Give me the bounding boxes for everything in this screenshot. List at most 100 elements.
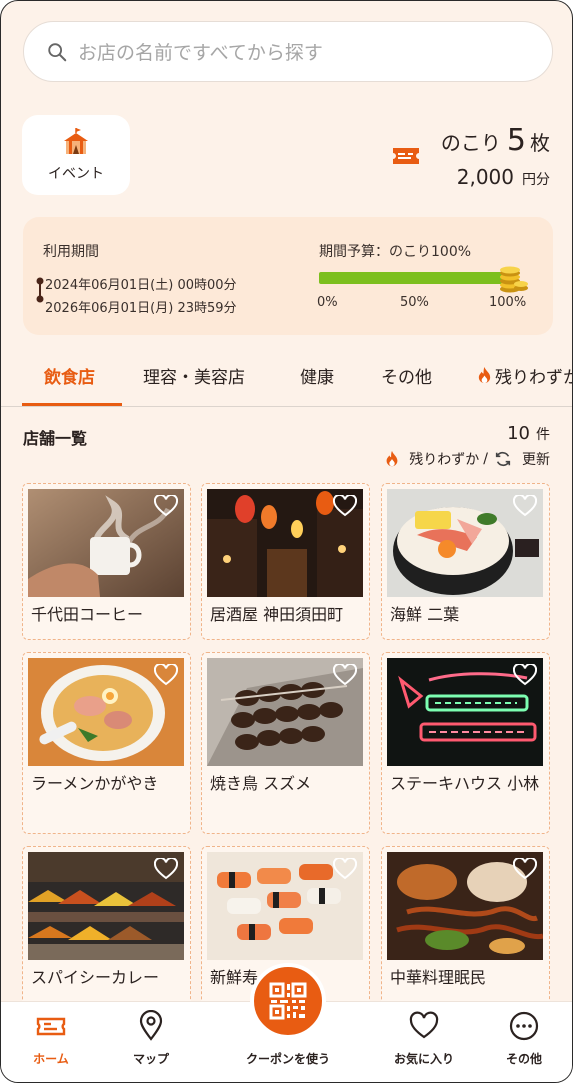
tab-label: 飲食店 [44, 368, 95, 388]
store-list-title: 店舗一覧 [23, 429, 88, 448]
period-card: 利用期間 2024年06月01日(土) 00時00分 2026年06月01日(月… [23, 217, 553, 335]
tab-label: 健康 [300, 368, 334, 388]
period-start: 2024年06月01日(土) 00時00分 [45, 278, 237, 293]
tab-health[interactable]: 健康 [300, 363, 334, 388]
app-screen: お店の名前ですべてから探す イベント のこり 5 枚 2,000 円分 利用期間… [0, 0, 573, 1083]
period-end: 2026年06月01日(月) 23時59分 [45, 301, 237, 316]
remaining-tickets: のこり 5 枚 [441, 123, 550, 158]
store-card[interactable]: 海鮮 二葉 [381, 483, 550, 640]
store-name: 海鮮 二葉 [390, 605, 460, 624]
period-title: 利用期間 [43, 244, 99, 260]
favorite-heart-icon[interactable] [333, 495, 357, 517]
store-name: スパイシーカレー [31, 968, 160, 987]
store-name: 焼き鳥 スズメ [210, 774, 312, 793]
favorite-heart-icon[interactable] [513, 495, 537, 517]
nav-favorites[interactable]: お気に入り [379, 1010, 469, 1067]
store-name: ラーメンかがやき [31, 774, 159, 793]
remaining-price-unit: 円分 [522, 172, 550, 188]
ticket-icon [36, 1017, 66, 1036]
budget-tick-0: 0% [317, 295, 338, 310]
store-count-number: 10 [507, 423, 530, 444]
nav-home-label: ホーム [33, 1052, 69, 1066]
favorite-heart-icon[interactable] [154, 664, 178, 686]
tab-restaurants[interactable]: 飲食店 [44, 363, 95, 388]
remaining-count: 5 [506, 123, 526, 158]
nav-more-label: その他 [505, 1052, 542, 1066]
tab-barber-beauty[interactable]: 理容・美容店 [143, 363, 245, 388]
store-name: 千代田コーヒー [31, 605, 144, 624]
list-controls: 残りわずか / 更新 [383, 449, 550, 469]
ramen-photo [28, 658, 184, 766]
budget-progress-fill [319, 272, 503, 284]
event-label: イベント [48, 166, 104, 182]
remaining-value: 2,000 円分 [457, 165, 550, 189]
budget-progress-bar [319, 272, 503, 284]
search-placeholder: お店の名前ですべてから探す [78, 42, 323, 64]
ticket-icon [393, 148, 419, 164]
use-coupon-label: クーポンを使う [245, 1052, 330, 1066]
store-count-unit: 件 [536, 427, 550, 443]
event-button[interactable]: イベント [22, 115, 130, 195]
refresh-button[interactable]: 更新 [522, 449, 550, 469]
fire-icon [386, 450, 398, 467]
fire-icon [478, 367, 491, 384]
favorite-heart-icon[interactable] [513, 664, 537, 686]
coins-icon [500, 266, 528, 293]
favorite-heart-icon[interactable] [513, 858, 537, 880]
store-card[interactable]: ラーメンかがやき [22, 652, 191, 834]
nav-map-label: マップ [132, 1052, 169, 1066]
nav-home[interactable]: ホーム [6, 1010, 96, 1067]
store-card[interactable]: 居酒屋 神田須田町 [201, 483, 370, 640]
more-dots-icon [509, 1011, 539, 1041]
remaining-prefix: のこり [440, 131, 501, 155]
category-tabs: 飲食店 理容・美容店 健康 その他 残りわずか [1, 353, 572, 407]
nav-favorites-label: お気に入り [393, 1052, 454, 1066]
map-pin-icon [139, 1010, 163, 1041]
tab-few-left[interactable]: 残りわずか [476, 363, 572, 388]
favorite-heart-icon[interactable] [154, 495, 178, 517]
budget-label: 期間予算：のこり100% [319, 244, 472, 260]
store-card[interactable]: 焼き鳥 スズメ [201, 652, 370, 834]
store-card[interactable]: ステーキハウス 小林 [381, 652, 550, 834]
tab-label: 残りわずか [495, 368, 572, 388]
chinese-food-photo [387, 852, 543, 960]
budget-tick-100: 100% [489, 295, 527, 310]
sushi-photo [207, 852, 363, 960]
remaining-unit: 枚 [530, 131, 550, 155]
store-card[interactable]: 千代田コーヒー [22, 483, 191, 640]
budget-tick-50: 50% [400, 295, 429, 310]
timeline-icon [36, 277, 44, 303]
seafood-bowl-photo [387, 489, 543, 597]
use-coupon-qr-button[interactable] [250, 963, 326, 1039]
tab-label: 理容・美容店 [143, 368, 245, 388]
search-input[interactable]: お店の名前ですべてから探す [23, 21, 553, 82]
store-name: 中華料理眠民 [390, 968, 487, 987]
nav-map[interactable]: マップ [106, 1010, 196, 1067]
store-count: 10 件 [507, 423, 550, 444]
active-tab-indicator [22, 403, 122, 406]
search-icon [48, 42, 67, 61]
heart-icon [409, 1011, 439, 1039]
tab-label: その他 [381, 368, 432, 388]
circus-tent-icon [64, 128, 88, 154]
filter-separator: / [483, 451, 488, 467]
store-name: 居酒屋 神田須田町 [210, 605, 344, 624]
izakaya-alley-photo [207, 489, 363, 597]
neon-sign-photo [387, 658, 543, 766]
qr-code-icon [269, 982, 307, 1020]
favorite-heart-icon[interactable] [333, 858, 357, 880]
remaining-price: 2,000 [456, 165, 514, 189]
favorite-heart-icon[interactable] [154, 858, 178, 880]
refresh-icon[interactable] [494, 450, 512, 468]
spice-market-photo [28, 852, 184, 960]
store-card[interactable]: スパイシーカレー [22, 846, 191, 1001]
store-name: ステーキハウス 小林 [390, 774, 540, 793]
few-left-filter[interactable]: 残りわずか [409, 449, 479, 469]
store-card[interactable]: 中華料理眠民 [381, 846, 550, 1001]
favorite-heart-icon[interactable] [333, 664, 357, 686]
nav-more[interactable]: その他 [479, 1010, 569, 1067]
home-scroll-area[interactable]: お店の名前ですべてから探す イベント のこり 5 枚 2,000 円分 利用期間… [1, 1, 572, 1001]
tab-other[interactable]: その他 [381, 363, 432, 388]
coffee-photo [28, 489, 184, 597]
yakitori-photo [207, 658, 363, 766]
